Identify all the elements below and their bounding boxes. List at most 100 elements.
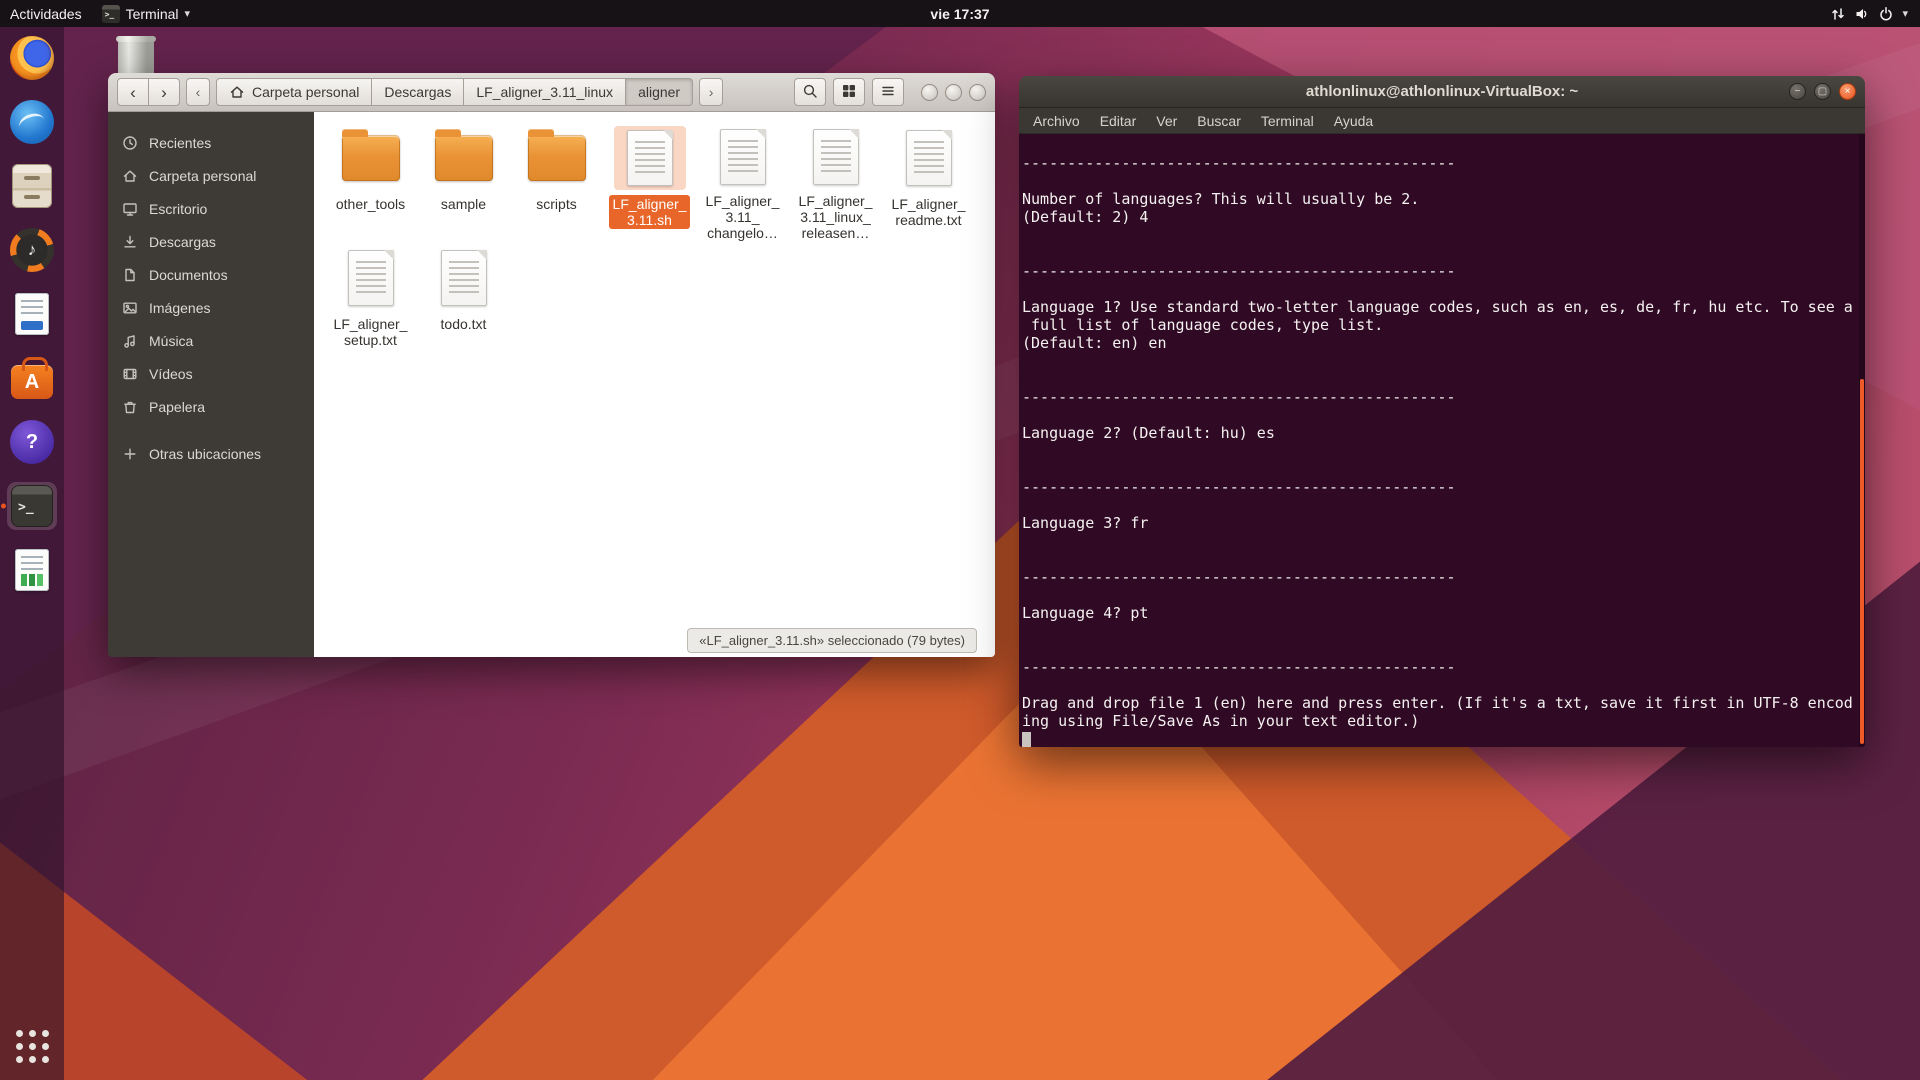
- sidebar-item-documentos[interactable]: Documentos: [108, 258, 314, 291]
- file-item-lf-aligner-3-11-linux-releasen[interactable]: LF_aligner_ 3.11_linux_ releasen…: [789, 126, 882, 242]
- terminal-menu-ayuda[interactable]: Ayuda: [1324, 110, 1383, 132]
- forward-button[interactable]: ›: [148, 78, 180, 106]
- volume-icon: [1854, 6, 1870, 22]
- terminal-line: Language 1? Use standard two-letter lang…: [1022, 298, 1865, 316]
- hamburger-icon: [880, 83, 896, 102]
- file-item-lf-aligner-3-11-changelo[interactable]: LF_aligner_ 3.11_ changelo…: [696, 126, 789, 242]
- terminal-menu-editar[interactable]: Editar: [1090, 110, 1147, 132]
- window-menu-button[interactable]: [872, 78, 904, 106]
- show-applications-button[interactable]: [0, 1022, 64, 1070]
- terminal-line: [1022, 280, 1865, 298]
- home-icon: [229, 84, 245, 100]
- file-thumbnail: [800, 126, 872, 187]
- files-content-area[interactable]: other_toolssamplescriptsLF_aligner_ 3.11…: [314, 112, 995, 657]
- sidebar-item-imagenes[interactable]: Imágenes: [108, 291, 314, 324]
- grid-view-icon: [841, 83, 857, 102]
- image-icon: [122, 300, 138, 316]
- window-controls: − ▢ ×: [1789, 83, 1856, 100]
- dock-item-help[interactable]: ?: [0, 418, 64, 466]
- terminal-titlebar[interactable]: athlonlinux@athlonlinux-VirtualBox: ~ − …: [1019, 76, 1865, 108]
- dock-item-thunderbird[interactable]: [0, 98, 64, 146]
- focused-app-label: Terminal: [126, 6, 179, 22]
- libreoffice-writer-icon: [15, 293, 49, 335]
- terminal-line: ----------------------------------------…: [1022, 478, 1865, 496]
- minimize-button[interactable]: −: [1789, 83, 1806, 100]
- activities-button[interactable]: Actividades: [0, 0, 92, 27]
- text-file-icon: [627, 130, 673, 186]
- terminal-line: ----------------------------------------…: [1022, 568, 1865, 586]
- back-button[interactable]: ‹: [117, 78, 149, 106]
- file-item-lf-aligner-3-11-sh[interactable]: LF_aligner_ 3.11.sh: [603, 126, 696, 242]
- terminal-menu-terminal[interactable]: Terminal: [1251, 110, 1324, 132]
- terminal-line: [1022, 442, 1865, 460]
- file-label: LF_aligner_ setup.txt: [330, 315, 412, 349]
- text-file-icon: [441, 250, 487, 306]
- files-headerbar: ‹ › ‹ Carpeta personalDescargasLF_aligne…: [108, 73, 995, 112]
- dock-item-terminal[interactable]: >_: [0, 482, 64, 530]
- path-segment-aligner[interactable]: aligner: [625, 78, 693, 106]
- file-item-lf-aligner-readme-txt[interactable]: LF_aligner_ readme.txt: [882, 126, 975, 242]
- maximize-button[interactable]: ▢: [1814, 83, 1831, 100]
- file-label: LF_aligner_ 3.11_ changelo…: [702, 192, 784, 242]
- file-item-todo-txt[interactable]: todo.txt: [417, 246, 510, 362]
- terminal-line: ----------------------------------------…: [1022, 658, 1865, 676]
- dock-item-files[interactable]: [0, 162, 64, 210]
- sidebar-item-musica[interactable]: Música: [108, 324, 314, 357]
- dock-item-calc[interactable]: [0, 546, 64, 594]
- path-segment-descargas[interactable]: Descargas: [371, 78, 464, 106]
- search-button[interactable]: [794, 78, 826, 106]
- file-label: LF_aligner_ 3.11.sh: [609, 195, 691, 229]
- focused-app-menu[interactable]: >_ Terminal ▾: [92, 0, 200, 27]
- file-thumbnail: [335, 246, 407, 310]
- terminal-menu-archivo[interactable]: Archivo: [1023, 110, 1090, 132]
- terminal-menu-buscar[interactable]: Buscar: [1187, 110, 1251, 132]
- terminal-menu-ver[interactable]: Ver: [1146, 110, 1187, 132]
- music-icon: [122, 333, 138, 349]
- dock: ♪ A? >_: [0, 27, 64, 1080]
- close-button[interactable]: [969, 84, 986, 101]
- minimize-button[interactable]: [921, 84, 938, 101]
- sidebar-item-papelera[interactable]: Papelera: [108, 390, 314, 423]
- top-bar: Actividades >_ Terminal ▾ vie 17:37 ▾: [0, 0, 1920, 27]
- file-item-lf-aligner-setup-txt[interactable]: LF_aligner_ setup.txt: [324, 246, 417, 362]
- maximize-button[interactable]: [945, 84, 962, 101]
- dock-item-writer[interactable]: [0, 290, 64, 338]
- path-overflow-right-button[interactable]: ›: [699, 78, 723, 106]
- power-icon: [1878, 6, 1894, 22]
- selection-status: «LF_aligner_3.11.sh» seleccionado (79 by…: [687, 628, 977, 653]
- terminal-line: [1022, 496, 1865, 514]
- chevron-down-icon: ▾: [1902, 7, 1908, 20]
- ubuntu-software-icon: A: [11, 357, 53, 399]
- path-overflow-left-button[interactable]: ‹: [186, 78, 210, 106]
- terminal-line: [1022, 550, 1865, 568]
- dock-item-rhythmbox[interactable]: ♪: [0, 226, 64, 274]
- path-segment-lf-aligner-3-11-linux[interactable]: LF_aligner_3.11_linux: [463, 78, 626, 106]
- sidebar-item-descargas[interactable]: Descargas: [108, 225, 314, 258]
- terminal-line: [1022, 622, 1865, 640]
- files-sidebar: RecientesCarpeta personalEscritorioDesca…: [108, 112, 314, 657]
- terminal-line: full list of language codes, type list.: [1022, 316, 1865, 334]
- dock-item-software[interactable]: A: [0, 354, 64, 402]
- sidebar-item-escritorio[interactable]: Escritorio: [108, 192, 314, 225]
- terminal-scrollbar[interactable]: [1859, 134, 1865, 747]
- sidebar-item-recientes[interactable]: Recientes: [108, 126, 314, 159]
- recent-icon: [122, 135, 138, 151]
- sidebar-item-videos[interactable]: Vídeos: [108, 357, 314, 390]
- view-toggle-button[interactable]: [833, 78, 865, 106]
- system-status-menu[interactable]: ▾: [1818, 0, 1920, 27]
- file-label: LF_aligner_ readme.txt: [888, 195, 970, 229]
- path-segment-carpeta-personal[interactable]: Carpeta personal: [216, 78, 372, 106]
- terminal-line: Number of languages? This will usually b…: [1022, 190, 1865, 208]
- scrollbar-thumb[interactable]: [1860, 379, 1864, 744]
- terminal-screen[interactable]: ----------------------------------------…: [1019, 134, 1865, 747]
- close-button[interactable]: ×: [1839, 83, 1856, 100]
- clock-button[interactable]: vie 17:37: [920, 0, 999, 27]
- file-item-scripts[interactable]: scripts: [510, 126, 603, 242]
- dock-item-firefox[interactable]: [0, 34, 64, 82]
- file-item-other-tools[interactable]: other_tools: [324, 126, 417, 242]
- sidebar-item-carpeta-personal[interactable]: Carpeta personal: [108, 159, 314, 192]
- file-item-sample[interactable]: sample: [417, 126, 510, 242]
- terminal-line: (Default: 2) 4: [1022, 208, 1865, 226]
- file-thumbnail: [428, 126, 500, 190]
- sidebar-item-otras-ubicaciones[interactable]: Otras ubicaciones: [108, 437, 314, 470]
